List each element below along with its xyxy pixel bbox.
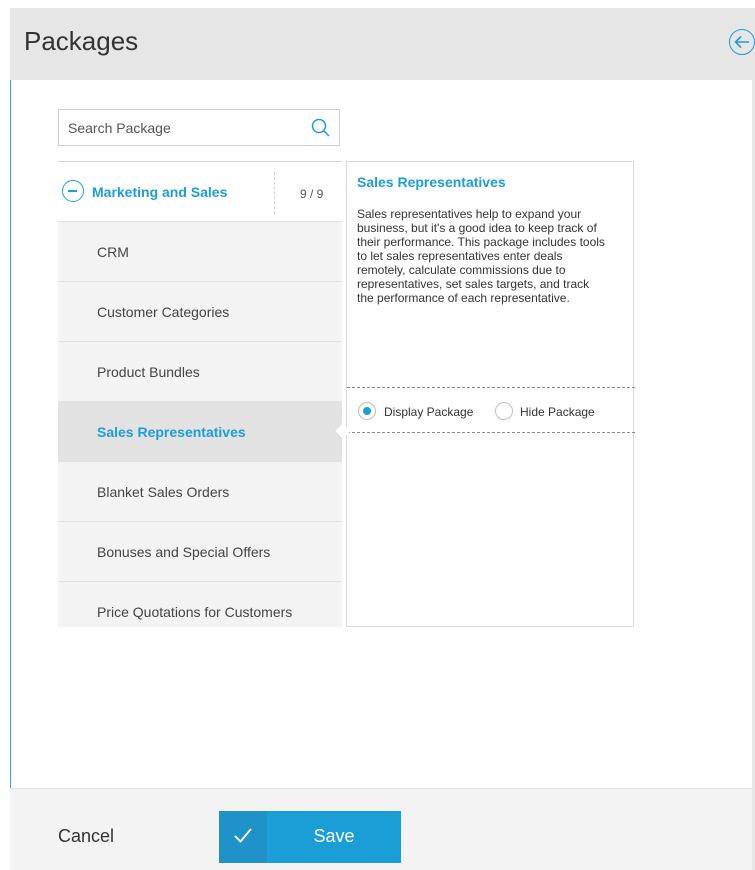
package-detail: Sales Representatives Sales representati… <box>346 161 635 627</box>
list-item-price-quotations[interactable]: Price Quotations for Customers <box>58 581 342 627</box>
search-input[interactable] <box>59 110 299 145</box>
list-item-label: Price Quotations for Customers <box>97 604 293 620</box>
detail-title: Sales Representatives <box>357 174 506 190</box>
package-list: Marketing and Sales 9 / 9 CRM Customer C… <box>58 161 342 627</box>
cancel-button[interactable]: Cancel <box>58 826 114 847</box>
search-icon[interactable] <box>310 117 332 139</box>
checkmark-icon <box>219 811 267 863</box>
list-item-label: Blanket Sales Orders <box>97 484 230 500</box>
list-item-label: Product Bundles <box>97 364 200 380</box>
arrow-left-circle-icon[interactable] <box>729 29 755 55</box>
hide-package-radio[interactable] <box>495 402 513 420</box>
search-box <box>58 109 340 146</box>
list-item-blanket-sales-orders[interactable]: Blanket Sales Orders <box>58 461 342 521</box>
collapse-minus-icon[interactable] <box>62 180 84 202</box>
hide-package-label[interactable]: Hide Package <box>520 405 595 419</box>
divider <box>274 172 275 214</box>
group-label: Marketing and Sales <box>92 184 228 200</box>
list-item-label: Sales Representatives <box>97 424 246 440</box>
save-button[interactable]: Save <box>219 811 401 863</box>
footer: Cancel Save <box>10 788 752 870</box>
save-label: Save <box>313 826 355 846</box>
list-item-bonuses-special-offers[interactable]: Bonuses and Special Offers <box>58 521 342 581</box>
display-package-radio[interactable] <box>358 402 376 420</box>
page-title: Packages <box>24 26 139 56</box>
list-item-product-bundles[interactable]: Product Bundles <box>58 341 342 401</box>
group-count: 9 / 9 <box>300 187 324 201</box>
list-item-customer-categories[interactable]: Customer Categories <box>58 281 342 341</box>
list-item-label: Customer Categories <box>97 304 230 320</box>
visibility-options: Display Package Hide Package <box>347 387 635 433</box>
group-marketing-and-sales[interactable]: Marketing and Sales 9 / 9 <box>58 161 342 221</box>
list-item-crm[interactable]: CRM <box>58 221 342 281</box>
display-package-label[interactable]: Display Package <box>384 405 473 419</box>
list-item-label: CRM <box>97 244 129 260</box>
header: Packages <box>10 8 755 80</box>
window: Packages Marketing and Sales 9 / 9 CRM C… <box>0 0 755 870</box>
list-item-sales-representatives[interactable]: Sales Representatives <box>58 401 342 461</box>
detail-description: Sales representatives help to expand you… <box>357 207 605 305</box>
list-item-label: Bonuses and Special Offers <box>97 544 271 560</box>
